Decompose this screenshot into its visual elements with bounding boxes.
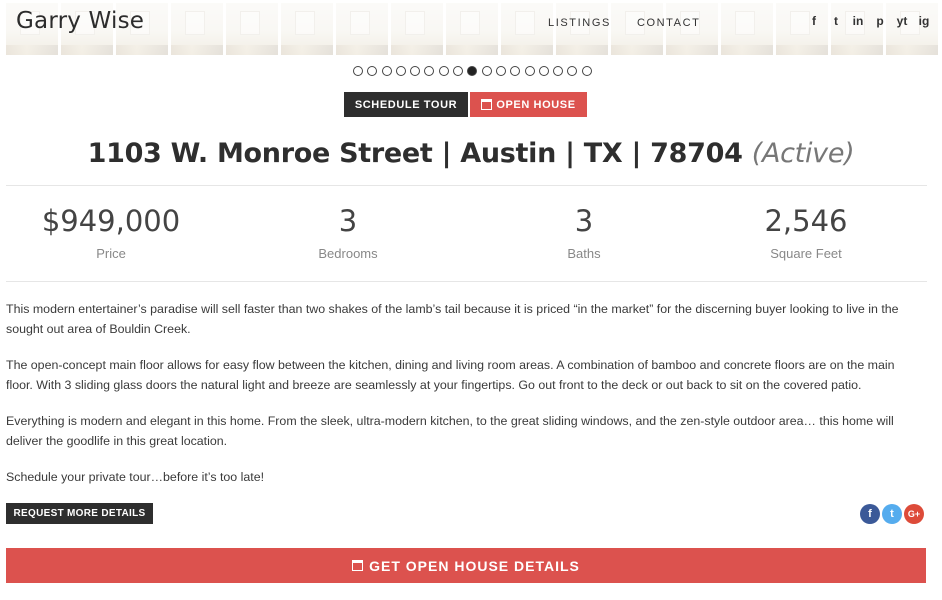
- social-links: f t in p yt ig: [808, 14, 930, 28]
- slider-dot[interactable]: [438, 66, 449, 76]
- nav-contact[interactable]: CONTACT: [637, 17, 701, 29]
- stat-price: $949,000 Price: [6, 204, 216, 261]
- twitter-share-icon[interactable]: t: [882, 504, 902, 524]
- facebook-share-icon[interactable]: f: [860, 504, 880, 524]
- slider-pagination: [353, 66, 592, 76]
- description-paragraph: The open-concept main floor allows for e…: [6, 358, 895, 392]
- slider-dot[interactable]: [367, 66, 378, 76]
- main-nav: LISTINGS CONTACT: [548, 17, 700, 29]
- site-logo[interactable]: Garry Wise: [16, 8, 144, 34]
- slider-dot[interactable]: [410, 66, 421, 76]
- open-house-details-label: GET OPEN HOUSE DETAILS: [369, 557, 580, 574]
- open-house-details-button[interactable]: GET OPEN HOUSE DETAILS: [6, 548, 926, 583]
- stat-label: Baths: [567, 246, 601, 261]
- slider-dot[interactable]: [581, 66, 592, 76]
- slider-dot[interactable]: [567, 66, 578, 76]
- nav-listings[interactable]: LISTINGS: [548, 17, 611, 29]
- listing-address: 1103 W. Monroe Street | Austin | TX | 78…: [87, 138, 743, 169]
- divider: [6, 185, 927, 186]
- description-paragraph: Schedule your private tour…before it’s t…: [6, 470, 265, 484]
- stat-value: $949,000: [41, 204, 181, 238]
- header-bar: Garry Wise LISTINGS CONTACT f t in p yt …: [0, 0, 942, 56]
- stat-baths: 3 Baths: [480, 204, 688, 261]
- youtube-icon[interactable]: yt: [896, 14, 908, 28]
- slider-dot[interactable]: [510, 66, 521, 76]
- listing-stats: $949,000 Price 3 Bedrooms 3 Baths 2,546 …: [6, 204, 927, 261]
- slider-dot[interactable]: [453, 66, 464, 76]
- share-buttons: f t G+: [860, 504, 924, 524]
- pinterest-icon[interactable]: p: [874, 14, 886, 28]
- stat-value: 2,546: [764, 204, 848, 238]
- divider: [6, 281, 927, 282]
- description-paragraph: This modern entertainer’s paradise will …: [6, 302, 899, 336]
- calendar-icon: [352, 560, 364, 571]
- slider-dot[interactable]: [353, 66, 363, 76]
- stat-label: Square Feet: [770, 246, 842, 261]
- slider-dot[interactable]: [553, 66, 564, 76]
- slider-dot[interactable]: [467, 66, 478, 76]
- google-plus-share-icon[interactable]: G+: [904, 504, 924, 524]
- slider-dot[interactable]: [395, 66, 406, 76]
- slider-dot[interactable]: [381, 66, 392, 76]
- stat-label: Bedrooms: [318, 246, 378, 261]
- stat-value: 3: [574, 204, 594, 238]
- slider-dot[interactable]: [524, 66, 535, 76]
- stat-label: Price: [96, 246, 126, 261]
- request-details-button[interactable]: REQUEST MORE DETAILS: [6, 503, 153, 524]
- stat-square-feet: 2,546 Square Feet: [688, 204, 924, 261]
- open-house-label: OPEN HOUSE: [496, 98, 576, 111]
- calendar-icon: [481, 99, 493, 110]
- listing-title: 1103 W. Monroe Street | Austin | TX | 78…: [0, 138, 942, 169]
- slider-dot[interactable]: [481, 66, 492, 76]
- schedule-tour-button[interactable]: SCHEDULE TOUR: [344, 92, 468, 117]
- listing-description: This modern entertainer’s paradise will …: [6, 299, 921, 503]
- slider-dot[interactable]: [424, 66, 435, 76]
- slider-dot[interactable]: [495, 66, 506, 76]
- listing-status: (Active): [751, 138, 855, 169]
- action-buttons: SCHEDULE TOUR OPEN HOUSE: [344, 92, 587, 117]
- slider-dot[interactable]: [538, 66, 549, 76]
- instagram-icon[interactable]: ig: [918, 14, 930, 28]
- stat-bedrooms: 3 Bedrooms: [216, 204, 480, 261]
- description-paragraph: Everything is modern and elegant in this…: [6, 414, 894, 448]
- stat-value: 3: [338, 204, 358, 238]
- open-house-button[interactable]: OPEN HOUSE: [470, 92, 587, 117]
- facebook-icon[interactable]: f: [808, 14, 820, 28]
- linkedin-icon[interactable]: in: [852, 14, 864, 28]
- twitter-icon[interactable]: t: [830, 14, 842, 28]
